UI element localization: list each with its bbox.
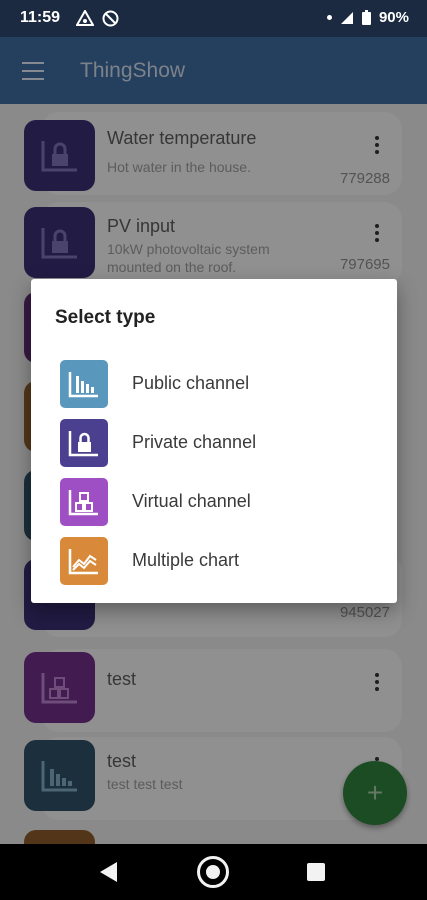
option-private-channel[interactable]: Private channel [31,414,397,473]
back-icon[interactable] [100,862,117,882]
battery-icon [361,10,371,25]
private-channel-icon [60,419,108,467]
option-label: Multiple chart [132,550,240,570]
dialog-title: Select type [55,307,156,328]
recents-icon[interactable] [307,863,325,881]
option-label: Public channel [132,373,250,393]
home-icon[interactable] [197,856,229,888]
option-label: Virtual channel [132,491,251,511]
status-time: 11:59 [20,9,61,26]
virtual-channel-icon [60,478,108,526]
battery-percent: 90% [378,9,409,26]
option-virtual-channel[interactable]: Virtual channel [31,473,397,532]
notification-icons [76,10,119,27]
signal-icon [340,11,353,24]
option-public-channel[interactable]: Public channel [31,355,397,414]
system-nav-bar [0,844,427,900]
option-multiple-chart[interactable]: Multiple chart [31,532,397,591]
select-type-dialog: Select type Public channel Private chann… [31,279,397,603]
option-label: Private channel [132,432,257,452]
public-channel-icon [60,360,108,408]
multiple-chart-icon [60,537,108,585]
system-icons: 90% [326,9,409,26]
block-circle-icon [102,10,119,27]
alert-triangle-icon [76,10,94,26]
status-bar: 11:59 90% [0,0,427,37]
dot-icon [326,15,332,20]
